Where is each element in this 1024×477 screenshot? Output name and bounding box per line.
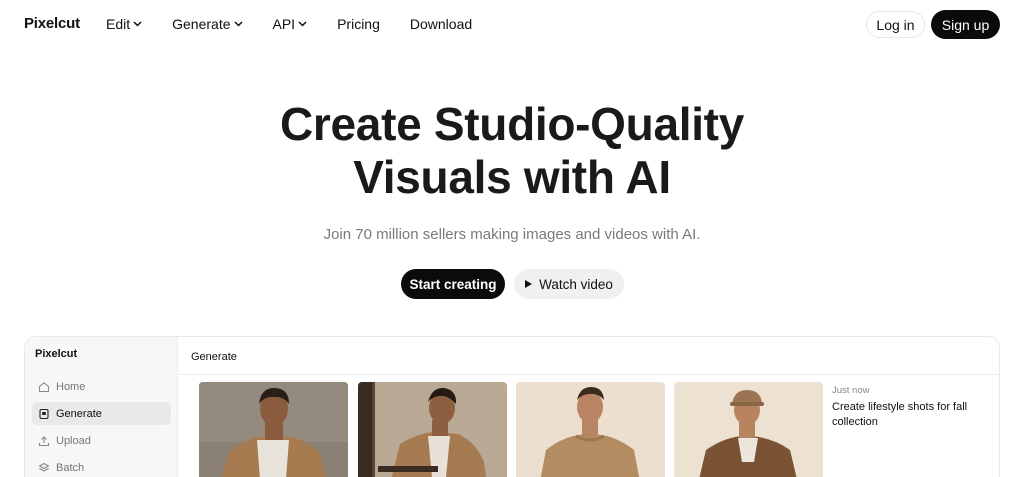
sidebar-item-batch[interactable]: Batch — [32, 456, 171, 477]
start-creating-button[interactable]: Start creating — [401, 269, 505, 299]
hero-title-line2: Visuals with AI — [353, 151, 671, 203]
nav-item-label: Generate — [172, 16, 231, 32]
watch-video-button[interactable]: Watch video — [514, 269, 624, 299]
chevron-down-icon — [298, 21, 307, 27]
hero-title-line1: Create Studio-Quality — [280, 98, 744, 150]
nav-item-pricing[interactable]: Pricing — [337, 16, 380, 32]
sidebar-item-label: Batch — [56, 461, 85, 474]
nav-links: Edit Generate API Pricing Download — [106, 16, 472, 32]
upload-icon — [38, 435, 50, 446]
nav-item-label: Download — [409, 16, 473, 32]
sidebar-item-home[interactable]: Home — [32, 375, 171, 398]
generated-image-3[interactable] — [516, 382, 665, 477]
home-icon — [38, 381, 50, 392]
sidebar-item-label: Generate — [56, 407, 102, 420]
nav-item-download[interactable]: Download — [410, 16, 472, 32]
sidebar-item-upload[interactable]: Upload — [32, 429, 171, 452]
play-icon — [525, 280, 533, 288]
generated-image-2[interactable] — [358, 382, 507, 477]
generated-image-1[interactable] — [199, 382, 348, 477]
sidebar-brand: Pixelcut — [35, 348, 78, 360]
chevron-down-icon — [133, 21, 142, 27]
signup-button[interactable]: Sign up — [931, 10, 1000, 39]
generate-header: Generate — [179, 337, 999, 375]
activity-time: Just now — [832, 385, 870, 396]
sidebar-item-generate[interactable]: Generate — [32, 402, 171, 425]
sidebar-item-label: Home — [56, 380, 86, 393]
watch-video-label: Watch video — [539, 276, 613, 292]
sidebar-item-label: Upload — [56, 434, 91, 447]
login-button[interactable]: Log in — [866, 11, 925, 38]
app-sidebar: Pixelcut Home Generate Upload Batch — [25, 337, 178, 477]
nav-item-edit[interactable]: Edit — [106, 16, 142, 32]
generate-icon — [39, 408, 49, 419]
nav-item-label: API — [272, 16, 296, 32]
chevron-down-icon — [233, 21, 243, 27]
layers-icon — [38, 462, 50, 472]
top-nav: Pixelcut Edit Generate API Pricing Downl… — [0, 0, 1024, 48]
hero-subtitle: Join 70 million sellers making images an… — [323, 226, 701, 243]
hero-title: Create Studio-Quality Visuals with AI — [0, 98, 1024, 204]
generate-title: Generate — [191, 351, 237, 363]
brand-logo[interactable]: Pixelcut — [24, 15, 80, 32]
generated-image-4[interactable] — [674, 382, 823, 477]
nav-item-label: Pricing — [337, 16, 380, 32]
nav-item-api[interactable]: API — [273, 16, 308, 32]
activity-prompt: Create lifestyle shots for fall collecti… — [832, 401, 968, 428]
nav-item-generate[interactable]: Generate — [172, 16, 243, 32]
app-preview: Pixelcut Home Generate Upload Batch Gene… — [24, 336, 1000, 477]
nav-item-label: Edit — [106, 16, 131, 32]
